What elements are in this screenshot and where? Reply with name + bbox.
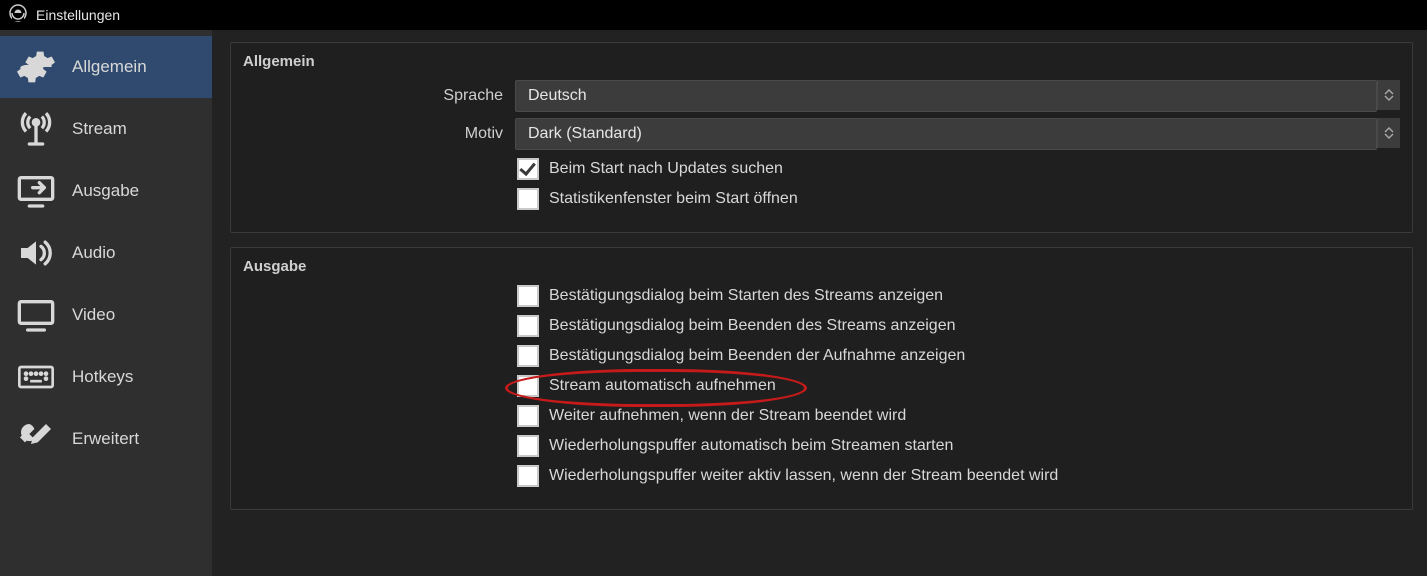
sidebar-item-audio[interactable]: Audio	[0, 222, 212, 284]
theme-spinner[interactable]	[1377, 118, 1400, 148]
speaker-icon	[14, 233, 58, 273]
sidebar-item-ausgabe[interactable]: Ausgabe	[0, 160, 212, 222]
sidebar-item-stream[interactable]: Stream	[0, 98, 212, 160]
checkbox-label: Bestätigungsdialog beim Beenden der Aufn…	[549, 347, 965, 365]
sidebar-item-hotkeys[interactable]: Hotkeys	[0, 346, 212, 408]
sidebar-item-label: Ausgabe	[72, 181, 139, 201]
checkbox-label: Beim Start nach Updates suchen	[549, 160, 783, 178]
keyboard-icon	[14, 357, 58, 397]
checkbox-confirm-stop-record[interactable]	[517, 345, 539, 367]
language-spinner[interactable]	[1377, 80, 1400, 110]
checkbox-label: Bestätigungsdialog beim Starten des Stre…	[549, 287, 943, 305]
row-language: Sprache Deutsch	[243, 80, 1400, 112]
checkbox-label: Stream automatisch aufnehmen	[549, 377, 776, 395]
monitor-icon	[14, 295, 58, 335]
checkbox-row-replay-buffer-keep: Wiederholungspuffer weiter aktiv lassen,…	[517, 465, 1400, 487]
checkbox-keep-recording[interactable]	[517, 405, 539, 427]
app-icon	[8, 3, 28, 27]
checkbox-stats[interactable]	[517, 188, 539, 210]
panel-ausgabe: Ausgabe Bestätigungsdialog beim Starten …	[230, 247, 1413, 510]
checkbox-label: Statistikenfenster beim Start öffnen	[549, 190, 798, 208]
checkbox-replay-buffer-keep[interactable]	[517, 465, 539, 487]
theme-select[interactable]: Dark (Standard)	[515, 118, 1377, 150]
checkbox-label: Wiederholungspuffer automatisch beim Str…	[549, 437, 953, 455]
checkbox-auto-record-stream[interactable]	[517, 375, 539, 397]
checkbox-row-confirm-stop-record: Bestätigungsdialog beim Beenden der Aufn…	[517, 345, 1400, 367]
output-icon	[14, 171, 58, 211]
checkbox-row-stats: Statistikenfenster beim Start öffnen	[517, 188, 1400, 210]
theme-value: Dark (Standard)	[516, 125, 1376, 143]
gear-icon	[14, 47, 58, 87]
checkbox-row-auto-record-stream: Stream automatisch aufnehmen	[517, 375, 1400, 397]
panel-title: Allgemein	[243, 53, 1400, 70]
sidebar-item-erweitert[interactable]: Erweitert	[0, 408, 212, 470]
sidebar-item-label: Erweitert	[72, 429, 139, 449]
checkbox-confirm-start-stream[interactable]	[517, 285, 539, 307]
checkbox-row-keep-recording: Weiter aufnehmen, wenn der Stream beende…	[517, 405, 1400, 427]
sidebar-item-label: Audio	[72, 243, 115, 263]
checkbox-updates[interactable]	[517, 158, 539, 180]
checkbox-label: Bestätigungsdialog beim Beenden des Stre…	[549, 317, 956, 335]
window-title: Einstellungen	[36, 7, 120, 23]
app-body: Allgemein Stream Ausgabe Audio Video	[0, 30, 1427, 576]
sidebar-item-video[interactable]: Video	[0, 284, 212, 346]
antenna-icon	[14, 109, 58, 149]
checkbox-row-updates: Beim Start nach Updates suchen	[517, 158, 1400, 180]
sidebar-item-label: Video	[72, 305, 115, 325]
panel-allgemein: Allgemein Sprache Deutsch Motiv	[230, 42, 1413, 233]
titlebar: Einstellungen	[0, 0, 1427, 30]
checkbox-label: Wiederholungspuffer weiter aktiv lassen,…	[549, 467, 1058, 485]
content-area: Allgemein Sprache Deutsch Motiv	[212, 30, 1427, 576]
checkbox-row-replay-buffer-start: Wiederholungspuffer automatisch beim Str…	[517, 435, 1400, 457]
language-select[interactable]: Deutsch	[515, 80, 1377, 112]
sidebar-item-label: Allgemein	[72, 57, 147, 77]
panel-title: Ausgabe	[243, 258, 1400, 275]
theme-label: Motiv	[243, 125, 515, 143]
checkbox-row-confirm-stop-stream: Bestätigungsdialog beim Beenden des Stre…	[517, 315, 1400, 337]
sidebar-item-label: Hotkeys	[72, 367, 133, 387]
sidebar-item-label: Stream	[72, 119, 127, 139]
checkbox-confirm-stop-stream[interactable]	[517, 315, 539, 337]
sidebar-item-allgemein[interactable]: Allgemein	[0, 36, 212, 98]
language-value: Deutsch	[516, 87, 1376, 105]
tools-icon	[14, 419, 58, 459]
language-label: Sprache	[243, 87, 515, 105]
checkbox-row-confirm-start-stream: Bestätigungsdialog beim Starten des Stre…	[517, 285, 1400, 307]
checkbox-label: Weiter aufnehmen, wenn der Stream beende…	[549, 407, 906, 425]
sidebar: Allgemein Stream Ausgabe Audio Video	[0, 30, 212, 576]
row-theme: Motiv Dark (Standard)	[243, 118, 1400, 150]
checkbox-replay-buffer-start[interactable]	[517, 435, 539, 457]
